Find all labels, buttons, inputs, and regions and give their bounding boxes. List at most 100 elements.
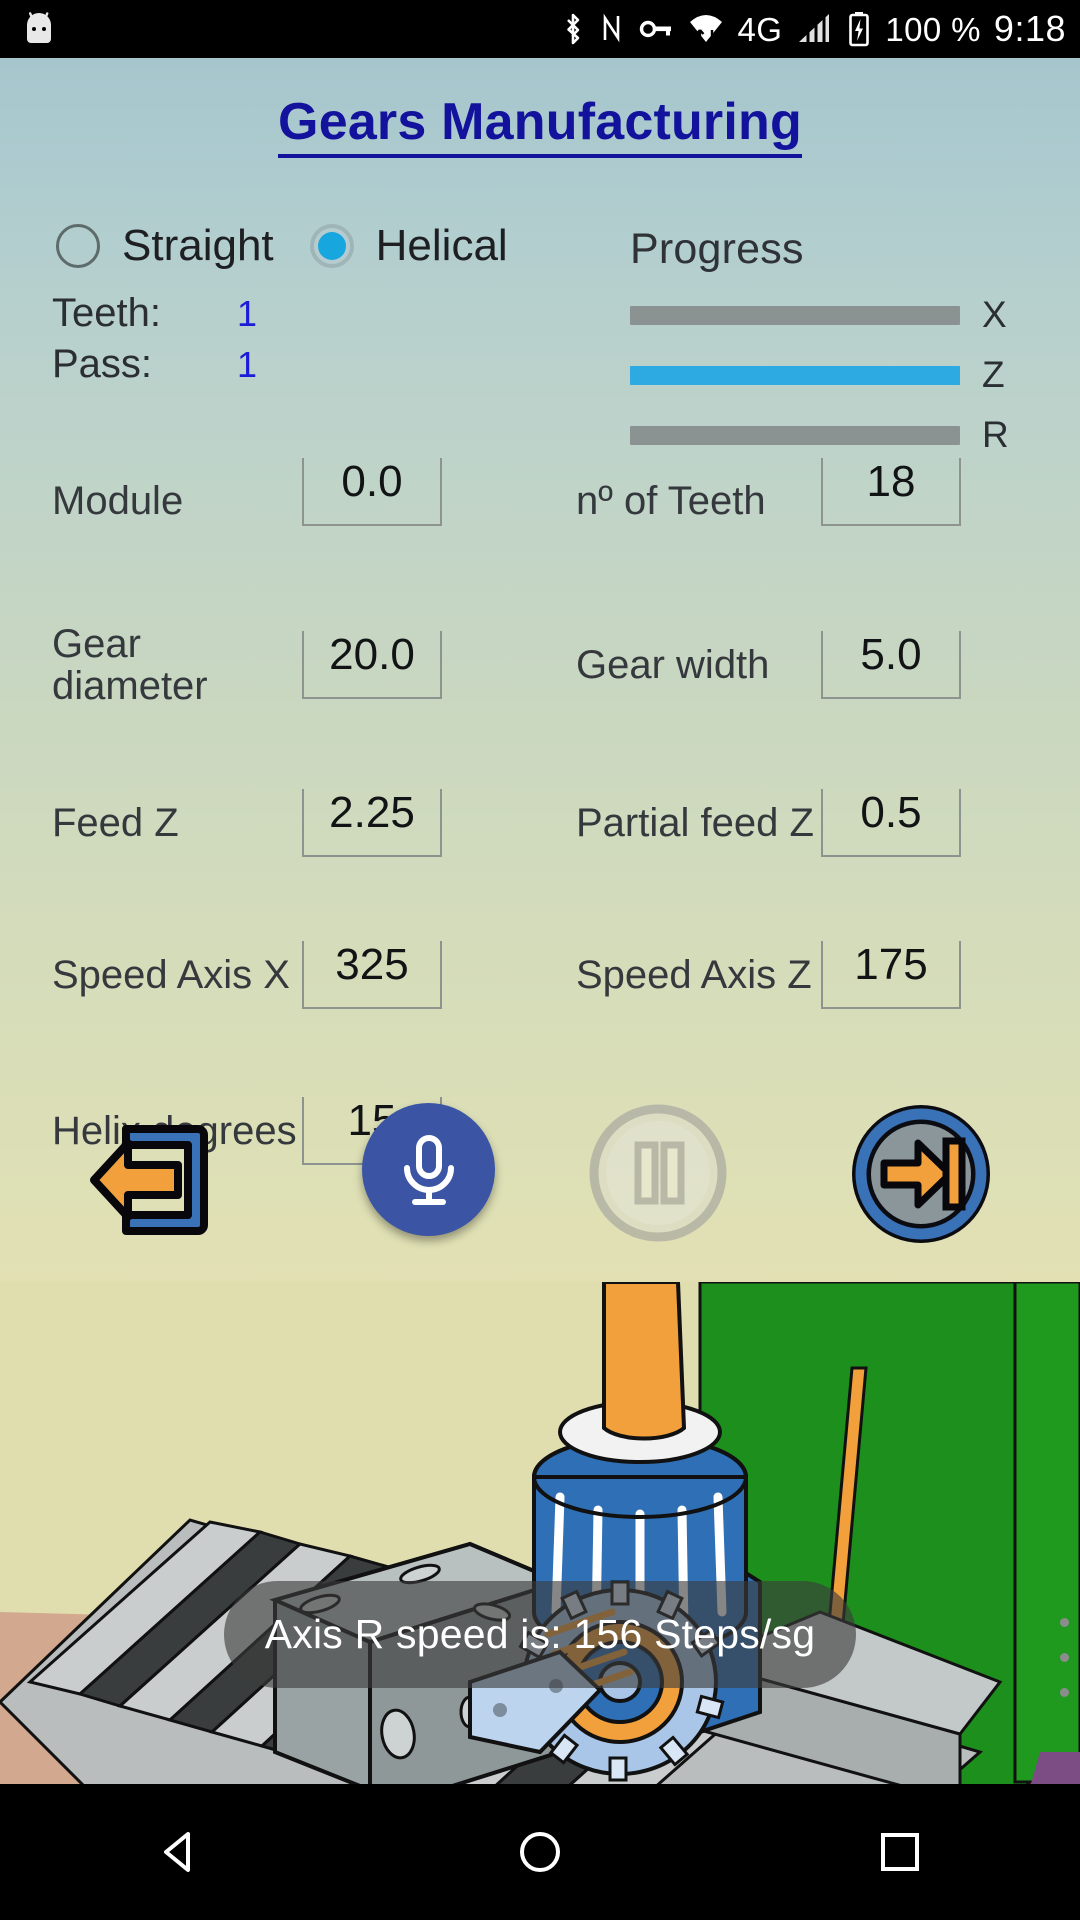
- field-partial-feed-z: Partial feed Z 0.5: [540, 780, 1080, 866]
- scroll-dot: [1059, 1618, 1069, 1627]
- progress-row-r: R: [630, 414, 1050, 456]
- app-content: Gears Manufacturing Straight Helical Tee…: [0, 58, 1080, 1842]
- progress-section: Progress X Z R: [630, 225, 1050, 474]
- field-gear-width: Gear width 5.0: [540, 622, 1080, 708]
- radio-straight-circle-icon[interactable]: [52, 220, 104, 272]
- field-partial-feed-z-value: 0.5: [860, 788, 922, 837]
- status-bar-right: 4G 100 % 9:18: [560, 10, 1066, 48]
- machine-illustration: [0, 1282, 1080, 1842]
- start-button[interactable]: [846, 1099, 996, 1254]
- field-teeth-count-label: nº of Teeth: [576, 478, 766, 523]
- field-partial-feed-z-input[interactable]: 0.5: [821, 789, 961, 857]
- scroll-dot: [1059, 1653, 1069, 1662]
- field-feed-z-label: Feed Z: [52, 800, 179, 845]
- battery-charging-icon: [849, 12, 870, 47]
- toast-text: Axis R speed is: 156 Steps/sg: [264, 1611, 816, 1657]
- exit-arrow-icon: [90, 1125, 208, 1235]
- progress-label-x: X: [982, 294, 1007, 335]
- teeth-counter: Teeth: 1: [52, 291, 352, 336]
- wifi-icon: [689, 15, 722, 44]
- signal-icon: [799, 10, 830, 48]
- cnc-gear-hobbing-scene: [0, 1282, 1080, 1842]
- progress-bar-x: [630, 305, 960, 325]
- field-speed-axis-x-label: Speed Axis X: [52, 952, 290, 997]
- vpn-key-icon: [639, 20, 671, 38]
- field-module-value: 0.0: [341, 457, 403, 506]
- field-feed-z: Feed Z 2.25: [0, 780, 540, 866]
- field-feed-z-value: 2.25: [329, 788, 415, 837]
- field-speed-axis-x-value: 325: [335, 940, 409, 989]
- field-gear-width-value: 5.0: [860, 630, 922, 679]
- field-teeth-count-value: 18: [866, 457, 916, 506]
- form-row-3: Feed Z 2.25 Partial feed Z 0.5: [0, 780, 1080, 866]
- voice-fab[interactable]: [362, 1103, 495, 1236]
- progress-label-z: Z: [982, 354, 1005, 395]
- field-speed-axis-z-value: 175: [854, 940, 928, 989]
- field-speed-axis-z-label: Speed Axis Z: [576, 952, 812, 997]
- field-module: Module 0.0: [0, 458, 540, 544]
- home-icon: [520, 1832, 560, 1872]
- pass-counter: Pass: 1: [52, 342, 352, 387]
- field-gear-diameter-input[interactable]: 20.0: [302, 631, 442, 699]
- radio-helical[interactable]: Helical: [306, 220, 508, 272]
- form-row-2: Gear diameter 20.0 Gear width 5.0: [0, 622, 1080, 708]
- field-gear-width-label: Gear width: [576, 642, 770, 687]
- battery-percent-label: 100 %: [885, 10, 981, 48]
- teeth-counter-value: 1: [237, 293, 258, 334]
- toast-message: Axis R speed is: 156 Steps/sg: [224, 1581, 856, 1688]
- action-button-row: [0, 1085, 1080, 1275]
- network-type-label: 4G: [737, 10, 783, 48]
- parameters-form: Module 0.0 nº of Teeth 18 Gear diameter …: [0, 458, 1080, 1174]
- field-speed-axis-x-input[interactable]: 325: [302, 941, 442, 1009]
- field-gear-diameter-label: Gear diameter: [52, 621, 208, 708]
- status-bar: 4G 100 % 9:18: [0, 0, 1080, 58]
- nav-recents-button[interactable]: [830, 1784, 970, 1920]
- counters: Teeth: 1 Pass: 1: [52, 291, 352, 393]
- field-teeth-count-input[interactable]: 18: [821, 458, 961, 526]
- status-bar-left: [22, 10, 56, 48]
- voice-button[interactable]: [362, 1103, 495, 1236]
- recents-icon: [881, 1833, 919, 1871]
- progress-bar-r: [630, 425, 960, 445]
- pause-icon: [589, 1104, 727, 1242]
- progress-title: Progress: [630, 225, 804, 273]
- bluetooth-icon: [566, 13, 579, 45]
- field-gear-diameter-value: 20.0: [329, 630, 415, 679]
- nav-back-button[interactable]: [110, 1784, 250, 1920]
- page-title: Gears Manufacturing: [278, 92, 802, 158]
- phone-screen: 4G 100 % 9:18 Gears Manufacturing Straig…: [0, 0, 1080, 1920]
- progress-row-z: Z: [630, 354, 1050, 396]
- android-robot-icon: [27, 12, 51, 43]
- teeth-counter-label: Teeth:: [52, 291, 161, 335]
- progress-row-x: X: [630, 294, 1050, 336]
- field-gear-diameter: Gear diameter 20.0: [0, 622, 540, 708]
- field-partial-feed-z-label: Partial feed Z: [576, 800, 814, 845]
- scroll-dot: [1059, 1688, 1069, 1697]
- pass-counter-value: 1: [237, 344, 258, 385]
- field-speed-axis-x: Speed Axis X 325: [0, 932, 540, 1018]
- form-row-1: Module 0.0 nº of Teeth 18: [0, 458, 1080, 544]
- field-teeth-count: nº of Teeth 18: [540, 458, 1080, 544]
- clock-label: 9:18: [993, 8, 1066, 49]
- back-icon: [164, 1832, 190, 1872]
- nav-home-button[interactable]: [470, 1784, 610, 1920]
- pass-counter-label: Pass:: [52, 342, 153, 386]
- radio-straight[interactable]: Straight: [52, 220, 274, 272]
- page-title-wrap: Gears Manufacturing: [0, 58, 1080, 158]
- navigation-bar: [0, 1784, 1080, 1920]
- exit-button[interactable]: [86, 1111, 224, 1254]
- field-speed-axis-z-input[interactable]: 175: [821, 941, 961, 1009]
- radio-straight-label: Straight: [122, 221, 274, 270]
- microphone-icon: [403, 1134, 454, 1205]
- field-speed-axis-z: Speed Axis Z 175: [540, 932, 1080, 1018]
- progress-bar-z: [630, 365, 960, 385]
- field-feed-z-input[interactable]: 2.25: [302, 789, 442, 857]
- scroll-indicator-dots: [1056, 1618, 1072, 1697]
- field-module-input[interactable]: 0.0: [302, 458, 442, 526]
- pause-button[interactable]: [588, 1103, 728, 1248]
- radio-helical-circle-icon[interactable]: [306, 220, 358, 272]
- start-to-end-icon: [852, 1105, 990, 1243]
- field-module-label: Module: [52, 478, 184, 523]
- radio-helical-label: Helical: [375, 221, 508, 270]
- field-gear-width-input[interactable]: 5.0: [821, 631, 961, 699]
